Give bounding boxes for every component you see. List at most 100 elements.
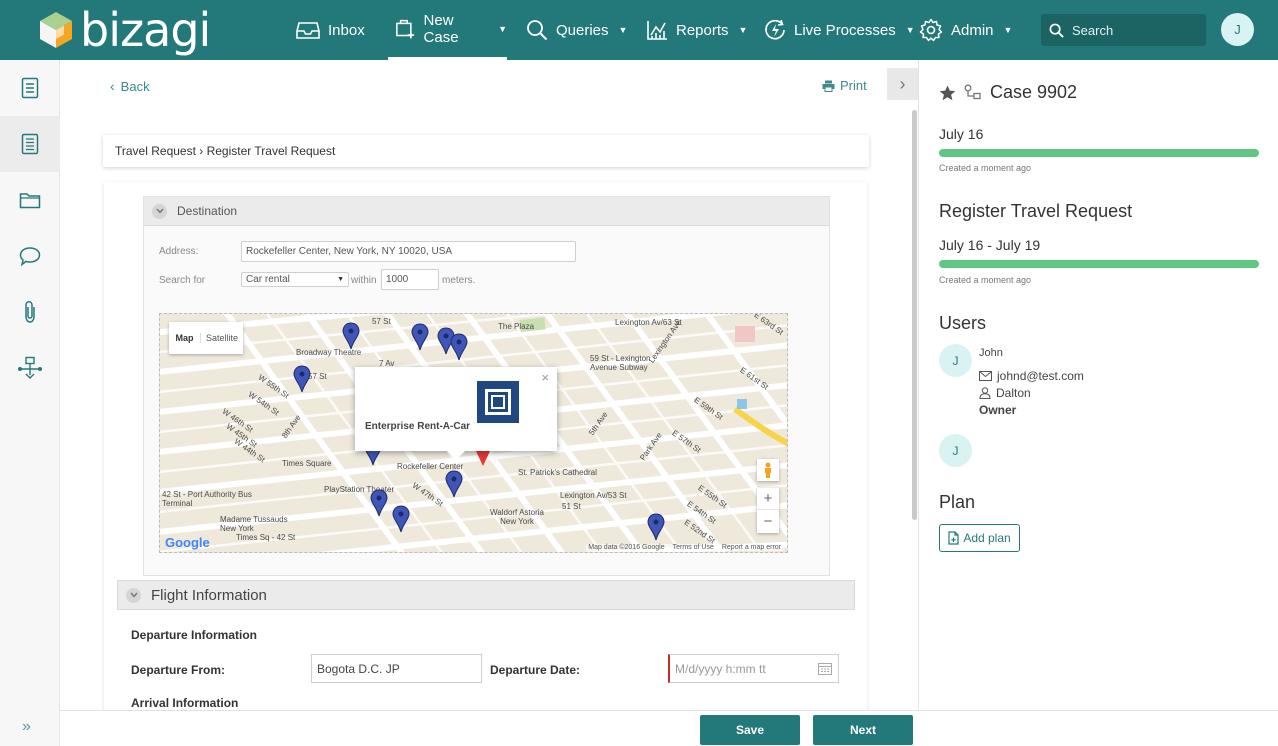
work-form-icon	[21, 133, 39, 155]
inbox-icon	[296, 22, 320, 39]
user-avatar[interactable]: J	[1221, 13, 1254, 46]
within-label: within	[351, 275, 377, 286]
selected-marker-icon[interactable]	[475, 449, 491, 466]
expand-sidebar-icon[interactable]: »	[22, 718, 31, 736]
map-marker-icon[interactable]	[370, 489, 388, 517]
map-marker-icon[interactable]	[450, 333, 468, 361]
reports-icon	[647, 21, 667, 40]
breadcrumb: Travel Request › Register Travel Request	[103, 135, 869, 167]
terms-link[interactable]: Terms of Use	[673, 544, 714, 551]
task-progress-bar	[939, 260, 1259, 268]
search-for-select[interactable]: Car rental ▼	[241, 272, 349, 287]
envelope-icon	[979, 371, 992, 381]
destination-group: Destination Address: Rockefeller Center,…	[143, 196, 830, 576]
sidebar-item-work-form[interactable]	[0, 116, 60, 172]
nav-reports[interactable]: Reports ▼	[646, 0, 747, 60]
search-input[interactable]	[1072, 22, 1202, 38]
zoom-in-button[interactable]: +	[757, 488, 779, 510]
place-logo-icon	[477, 381, 519, 423]
task-title: Register Travel Request	[939, 201, 1133, 221]
map-marker-icon[interactable]	[647, 513, 665, 541]
departure-date-placeholder: M/d/yyyy h:mm tt	[675, 661, 766, 676]
sidebar-item-summary[interactable]	[0, 60, 60, 116]
print-link[interactable]: Print	[822, 78, 867, 93]
map-marker-icon[interactable]	[411, 323, 429, 351]
nav-admin-label: Admin	[951, 21, 994, 39]
user-email: johnd@test.com	[979, 369, 1084, 383]
map-marker-icon[interactable]	[392, 505, 410, 533]
next-button[interactable]: Next	[813, 715, 913, 745]
bizagi-cube-icon	[40, 12, 72, 48]
user-avatar[interactable]: J	[939, 434, 972, 467]
search-for-label: Search for	[159, 275, 206, 286]
arrival-information-label: Arrival Information	[131, 696, 239, 710]
form-icon	[21, 77, 39, 99]
nav-inbox-label: Inbox	[328, 21, 365, 39]
chevron-down-icon	[126, 587, 141, 603]
back-link[interactable]: ‹ Back	[110, 78, 150, 94]
sidebar-item-attachments[interactable]	[0, 284, 60, 340]
folder-icon	[19, 193, 41, 209]
action-bar: Save Next	[60, 710, 1278, 746]
case-number: Case 9902	[990, 82, 1078, 102]
close-icon[interactable]: ×	[541, 370, 549, 385]
collapse-panel-button[interactable]: ›	[887, 68, 918, 100]
case-progress-bar	[939, 149, 1259, 157]
sidebar-item-comments[interactable]	[0, 228, 60, 284]
add-plan-button[interactable]: Add plan	[939, 524, 1020, 552]
user-role: Owner	[979, 403, 1017, 417]
departure-from-input[interactable]: Bogota D.C. JP	[311, 654, 482, 683]
user-avatar[interactable]: J	[939, 344, 972, 377]
chevron-down-icon: ▼	[738, 25, 748, 35]
chevron-right-icon: ›	[899, 73, 906, 94]
calendar-icon[interactable]	[818, 662, 832, 675]
star-icon[interactable]	[939, 85, 956, 101]
zoom-out-button[interactable]: −	[757, 510, 779, 532]
destination-header[interactable]: Destination	[144, 197, 829, 226]
map-marker-icon[interactable]	[342, 322, 360, 350]
plan-heading: Plan	[939, 492, 976, 512]
flight-information-header[interactable]: Flight Information	[117, 580, 855, 610]
search-for-value: Car rental	[246, 274, 290, 285]
sidebar-item-documents[interactable]	[0, 172, 60, 228]
departure-date-label: Departure Date:	[490, 663, 581, 677]
within-input[interactable]: 1000	[381, 269, 439, 290]
nav-new-case[interactable]: New Case ▼	[388, 0, 507, 60]
nav-queries[interactable]: Queries ▼	[526, 0, 627, 60]
save-button[interactable]: Save	[700, 715, 800, 745]
nav-inbox[interactable]: Inbox	[296, 0, 365, 60]
chevron-down-icon: ▼	[905, 25, 915, 35]
nav-live-processes[interactable]: Live Processes ▼	[764, 0, 915, 60]
chevron-down-icon: ▼	[498, 23, 507, 34]
left-sidebar: »	[0, 60, 60, 746]
chevron-down-icon: ▼	[337, 276, 344, 283]
global-search[interactable]	[1041, 14, 1206, 46]
map-marker-icon[interactable]	[293, 365, 311, 393]
google-map[interactable]: Map Satellite 57 St The Plaza Lexington …	[159, 313, 788, 553]
sidebar-item-process-map[interactable]	[0, 340, 60, 396]
bizagi-logo[interactable]: bizagi	[38, 5, 211, 55]
zoom-control: + −	[757, 488, 779, 533]
top-bar: bizagi Inbox New Case ▼ Queries ▼ Report…	[0, 0, 1278, 60]
nav-reports-label: Reports	[676, 21, 729, 39]
user-email-value[interactable]: johnd@test.com	[997, 369, 1084, 383]
task-dates: July 16 - July 19	[939, 237, 1041, 253]
departure-date-input[interactable]: M/d/yyyy h:mm tt	[668, 654, 839, 683]
task-created-label: Created a moment ago	[939, 275, 1032, 285]
gear-icon	[919, 18, 943, 42]
scrollbar[interactable]	[912, 110, 917, 520]
person-icon	[979, 387, 991, 399]
report-error-link[interactable]: Report a map error	[722, 544, 781, 551]
chevron-left-icon: ‹	[110, 78, 115, 94]
street-view-pegman-icon[interactable]	[757, 459, 779, 481]
user-organization-value: Dalton	[996, 386, 1031, 400]
map-marker-icon[interactable]	[445, 470, 463, 498]
search-icon	[1049, 23, 1064, 38]
nav-new-case-label: New Case	[423, 11, 459, 46]
process-icon	[964, 84, 981, 99]
paperclip-icon	[25, 301, 35, 323]
flight-information-title: Flight Information	[151, 586, 267, 604]
work-form: Destination Address: Rockefeller Center,…	[104, 182, 867, 710]
nav-admin[interactable]: Admin ▼	[919, 0, 1012, 60]
address-input[interactable]: Rockefeller Center, New York, NY 10020, …	[241, 241, 576, 262]
